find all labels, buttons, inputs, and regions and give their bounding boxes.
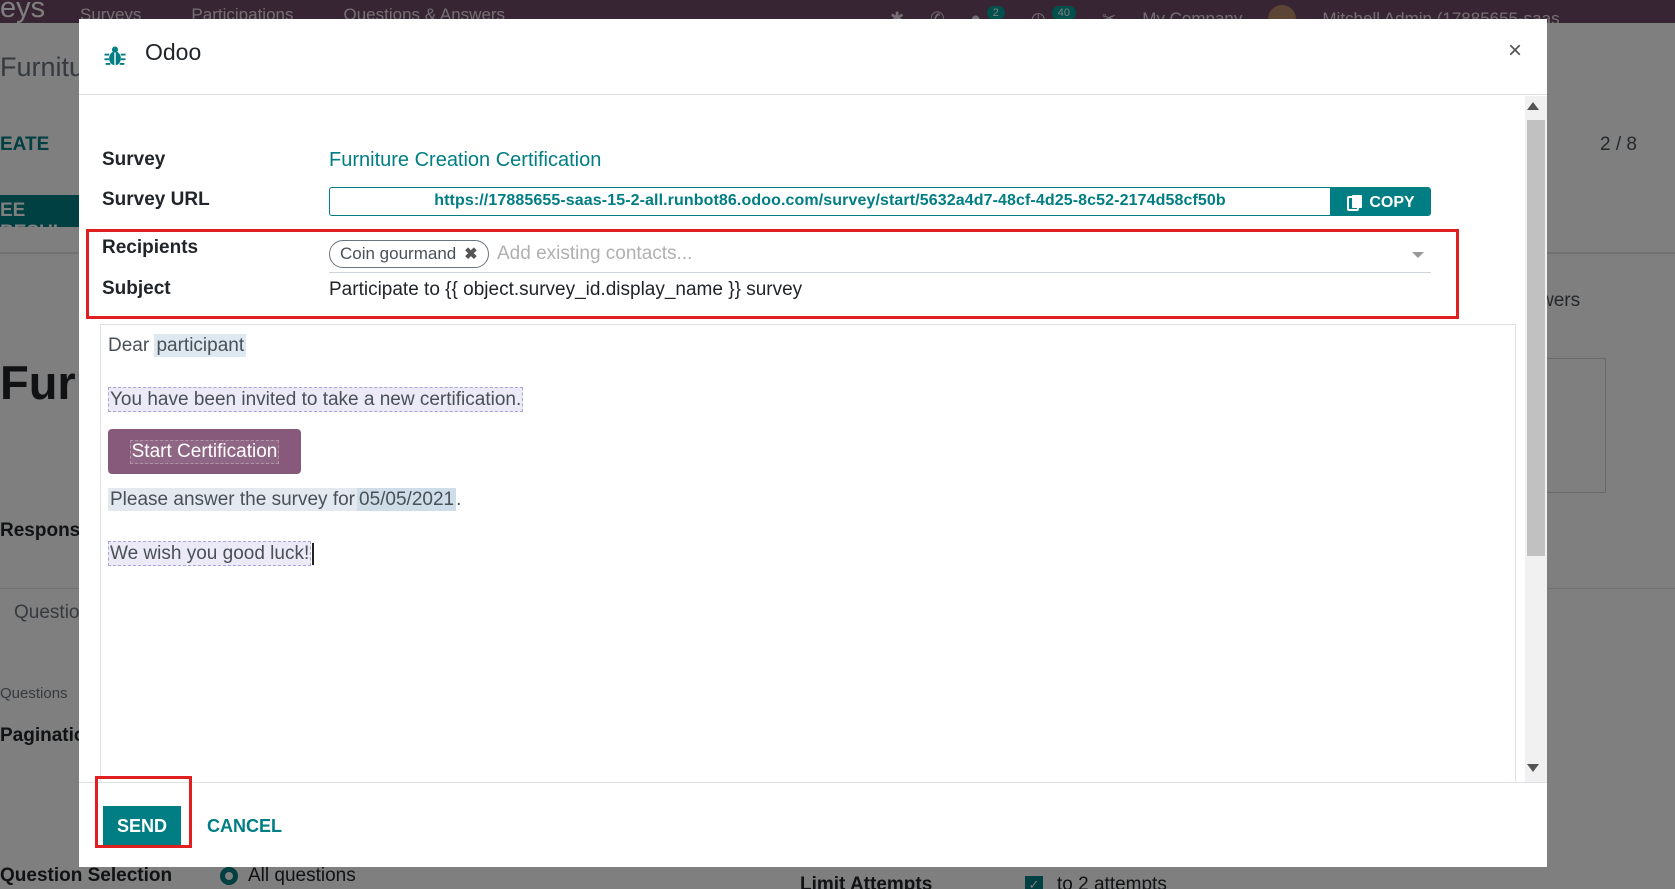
recipients-field[interactable]: Coin gourmand ✖ Add existing contacts... <box>329 237 1431 273</box>
invitation-text: You have been invited to take a new cert… <box>108 387 524 412</box>
scroll-down-arrow-icon[interactable] <box>1527 764 1539 772</box>
survey-label: Survey <box>102 149 166 170</box>
survey-url-label: Survey URL <box>102 189 210 210</box>
close-icon[interactable]: × <box>1508 37 1522 65</box>
recipient-tag-label: Coin gourmand <box>340 244 457 263</box>
share-survey-dialog: Odoo × Survey Furniture Creation Certifi… <box>79 19 1547 867</box>
recipients-input[interactable]: Add existing contacts... <box>497 243 692 265</box>
recipient-tag: Coin gourmand ✖ <box>329 240 489 268</box>
deadline-date: 05/05/2021 <box>357 488 457 511</box>
copy-label: COPY <box>1369 193 1415 211</box>
subject-input[interactable]: Participate to {{ object.survey_id.displ… <box>329 279 802 301</box>
modal-footer: SEND CANCEL <box>79 782 1547 867</box>
survey-url-field[interactable]: https://17885655-saas-15-2-all.runbot86.… <box>329 187 1431 216</box>
good-luck-line: We wish you good luck! <box>108 541 315 567</box>
bug-icon <box>104 46 126 66</box>
recipients-label: Recipients <box>102 237 199 258</box>
start-certification-label: Start Certification <box>129 439 280 464</box>
deadline-suffix: . <box>456 489 462 510</box>
copy-button[interactable]: COPY <box>1330 188 1430 215</box>
text-cursor <box>312 543 315 565</box>
send-button[interactable]: SEND <box>103 806 181 846</box>
caret-down-icon[interactable] <box>1412 252 1424 258</box>
subject-label: Subject <box>102 278 171 299</box>
clipboard-icon <box>1347 194 1363 211</box>
cancel-button[interactable]: CANCEL <box>207 816 282 837</box>
modal-header: Odoo × <box>79 19 1547 95</box>
greeting-text: Dear <box>108 335 150 356</box>
good-luck-text: We wish you good luck! <box>108 541 312 567</box>
modal-body: Survey Furniture Creation Certification … <box>79 96 1547 782</box>
invitation-line: You have been invited to take a new cert… <box>108 387 524 412</box>
modal-title: Odoo <box>145 39 202 65</box>
survey-link[interactable]: Furniture Creation Certification <box>329 149 601 172</box>
deadline-line: Please answer the survey for 05/05/2021. <box>108 488 462 511</box>
deadline-prefix: Please answer the survey for <box>108 488 358 511</box>
email-body-editor[interactable]: Dear participant You have been invited t… <box>100 324 1516 782</box>
participant-placeholder: participant <box>154 334 247 357</box>
greeting-line: Dear participant <box>108 334 247 357</box>
scroll-up-arrow-icon[interactable] <box>1527 102 1539 110</box>
scrollbar-thumb[interactable] <box>1527 120 1545 556</box>
survey-url-value[interactable]: https://17885655-saas-15-2-all.runbot86.… <box>330 192 1330 210</box>
start-certification-button[interactable]: Start Certification <box>108 429 301 474</box>
remove-tag-icon[interactable]: ✖ <box>464 244 477 264</box>
